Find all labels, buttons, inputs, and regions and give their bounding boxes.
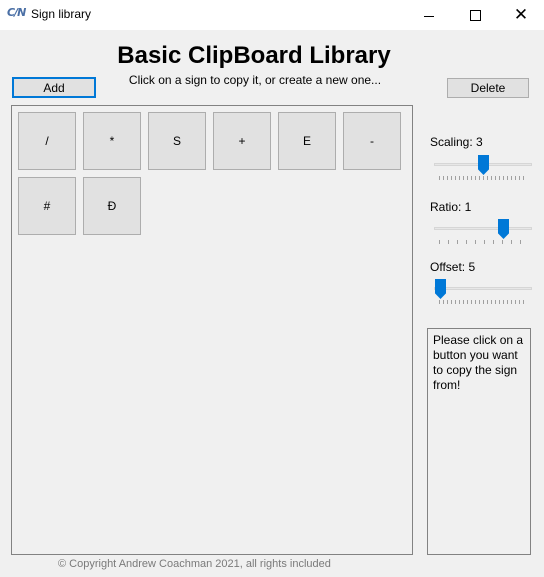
maximize-button[interactable] — [452, 0, 498, 30]
minimize-button[interactable] — [406, 0, 452, 30]
close-icon: ✕ — [513, 4, 529, 25]
slider-ticks — [439, 240, 527, 244]
slider-ticks — [439, 300, 527, 304]
page-title: Basic ClipBoard Library — [117, 42, 391, 69]
sign-button[interactable]: * — [83, 112, 141, 170]
sign-button[interactable]: + — [213, 112, 271, 170]
slider-thumb[interactable] — [498, 219, 509, 239]
slider-thumb[interactable] — [478, 155, 489, 175]
scaling-label: Scaling: 3 — [430, 135, 483, 149]
scaling-slider[interactable] — [434, 155, 532, 185]
sign-button[interactable]: Đ — [83, 177, 141, 235]
sign-button[interactable]: / — [18, 112, 76, 170]
sign-button[interactable]: S — [148, 112, 206, 170]
app-icon: C/N — [7, 6, 26, 19]
slider-ticks — [439, 176, 527, 180]
offset-label: Offset: 5 — [430, 260, 476, 274]
sign-panel: / * S + E - # Đ — [11, 105, 413, 555]
slider-track — [434, 227, 532, 230]
info-textbox[interactable]: Please click on a button you want to cop… — [427, 328, 531, 555]
minimize-icon — [424, 15, 434, 17]
ratio-label: Ratio: 1 — [430, 200, 472, 214]
sign-button[interactable]: - — [343, 112, 401, 170]
sign-button[interactable]: # — [18, 177, 76, 235]
sign-button[interactable]: E — [278, 112, 336, 170]
ratio-slider[interactable] — [434, 219, 532, 249]
delete-button[interactable]: Delete — [447, 78, 529, 98]
title-bar[interactable]: C/N Sign library ✕ — [0, 0, 544, 30]
window-title: Sign library — [31, 7, 92, 21]
add-button[interactable]: Add — [12, 77, 96, 98]
slider-thumb[interactable] — [435, 279, 446, 299]
maximize-icon — [469, 9, 481, 21]
close-button[interactable]: ✕ — [498, 0, 544, 30]
slider-track — [434, 287, 532, 290]
copyright-notice: © Copyright Andrew Coachman 2021, all ri… — [58, 558, 331, 570]
offset-slider[interactable] — [434, 279, 532, 309]
